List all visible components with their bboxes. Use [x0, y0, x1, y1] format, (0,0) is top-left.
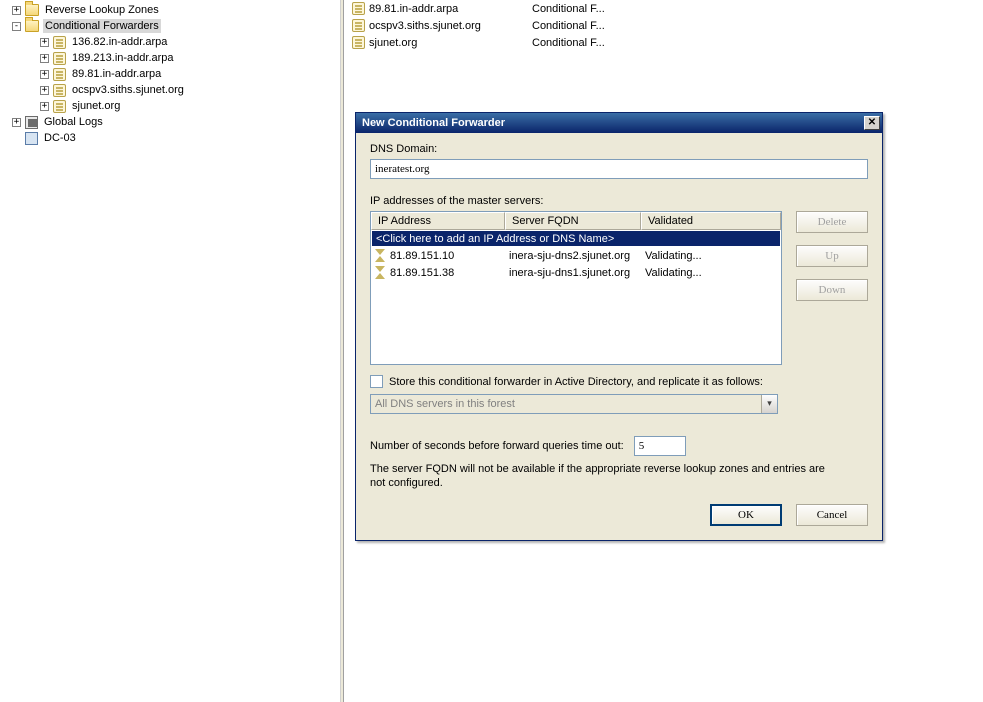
list-item-type: Conditional F... — [532, 37, 605, 49]
tree-label: Reverse Lookup Zones — [43, 3, 161, 17]
tree-label: ocspv3.siths.sjunet.org — [70, 83, 186, 97]
zone-icon — [53, 52, 66, 65]
timeout-input[interactable] — [634, 436, 686, 456]
cell-validated: Validating... — [641, 266, 781, 280]
grid-header-row: IP Address Server FQDN Validated — [371, 212, 781, 230]
tree-node-cf-item[interactable]: + ocspv3.siths.sjunet.org — [12, 82, 340, 98]
expand-icon[interactable]: + — [40, 70, 49, 79]
close-icon[interactable]: ✕ — [864, 116, 880, 130]
zone-icon — [53, 84, 66, 97]
logs-icon — [25, 116, 38, 129]
ok-button[interactable]: OK — [710, 504, 782, 526]
server-icon — [25, 132, 38, 145]
cell-validated: Validating... — [641, 249, 781, 263]
col-header-ip[interactable]: IP Address — [371, 212, 505, 230]
chevron-down-icon[interactable]: ▾ — [761, 395, 777, 413]
expand-icon[interactable]: + — [40, 54, 49, 63]
cell-fqdn: inera-sju-dns2.sjunet.org — [505, 249, 641, 263]
new-conditional-forwarder-dialog: New Conditional Forwarder ✕ DNS Domain: … — [355, 112, 883, 541]
tree-node-cf-item[interactable]: + 89.81.in-addr.arpa — [12, 66, 340, 82]
collapse-icon[interactable]: - — [12, 22, 21, 31]
zone-icon — [352, 36, 365, 49]
hourglass-icon — [375, 249, 386, 262]
tree-label: 89.81.in-addr.arpa — [70, 67, 163, 81]
store-in-ad-label: Store this conditional forwarder in Acti… — [389, 376, 763, 388]
up-button[interactable]: Up — [796, 245, 868, 267]
dns-domain-input[interactable] — [370, 159, 868, 179]
list-item[interactable]: 89.81.in-addr.arpa Conditional F... — [346, 0, 983, 17]
zone-icon — [53, 100, 66, 113]
list-item[interactable]: ocspv3.siths.sjunet.org Conditional F... — [346, 17, 983, 34]
tree-node-global-logs[interactable]: + Global Logs — [12, 114, 340, 130]
zone-icon — [352, 2, 365, 15]
list-item-type: Conditional F... — [532, 3, 605, 15]
dns-tree: + Reverse Lookup Zones - Conditional For… — [0, 2, 340, 146]
tree-node-server[interactable]: DC-03 — [12, 130, 340, 146]
fqdn-note: The server FQDN will not be available if… — [370, 462, 840, 490]
expand-icon[interactable]: + — [40, 86, 49, 95]
cell-fqdn: inera-sju-dns1.sjunet.org — [505, 266, 641, 280]
hourglass-icon — [375, 266, 386, 279]
tree-label: Global Logs — [42, 115, 105, 129]
tree-label: DC-03 — [42, 131, 78, 145]
list-item-name: sjunet.org — [369, 37, 417, 49]
tree-node-reverse-lookup-zones[interactable]: + Reverse Lookup Zones — [12, 2, 340, 18]
folder-icon — [25, 4, 39, 16]
zone-icon — [53, 68, 66, 81]
col-header-validated[interactable]: Validated — [641, 212, 781, 230]
masters-label: IP addresses of the master servers: — [370, 195, 868, 207]
tree-node-cf-item[interactable]: + 136.82.in-addr.arpa — [12, 34, 340, 50]
tree-node-cf-item[interactable]: + sjunet.org — [12, 98, 340, 114]
zone-icon — [53, 36, 66, 49]
list-item-type: Conditional F... — [532, 20, 605, 32]
add-ip-row[interactable]: <Click here to add an IP Address or DNS … — [372, 231, 780, 246]
dialog-title: New Conditional Forwarder — [362, 117, 505, 129]
col-header-fqdn[interactable]: Server FQDN — [505, 212, 641, 230]
tree-node-cf-item[interactable]: + 189.213.in-addr.arpa — [12, 50, 340, 66]
tree-label: sjunet.org — [70, 99, 122, 113]
cell-ip: 81.89.151.10 — [390, 250, 454, 262]
table-row[interactable]: 81.89.151.10 inera-sju-dns2.sjunet.org V… — [371, 247, 781, 264]
left-tree-pane: + Reverse Lookup Zones - Conditional For… — [0, 0, 340, 702]
list-item-name: ocspv3.siths.sjunet.org — [369, 20, 481, 32]
replication-scope-combo[interactable]: All DNS servers in this forest ▾ — [370, 394, 778, 414]
zone-icon — [352, 19, 365, 32]
masters-grid[interactable]: IP Address Server FQDN Validated <Click … — [370, 211, 782, 365]
expand-icon[interactable]: + — [12, 118, 21, 127]
expand-icon[interactable]: + — [40, 38, 49, 47]
expand-icon[interactable]: + — [40, 102, 49, 111]
dns-domain-label: DNS Domain: — [370, 143, 868, 155]
tree-node-conditional-forwarders[interactable]: - Conditional Forwarders — [12, 18, 340, 34]
tree-label: 136.82.in-addr.arpa — [70, 35, 169, 49]
store-in-ad-checkbox[interactable] — [370, 375, 383, 388]
list-item[interactable]: sjunet.org Conditional F... — [346, 34, 983, 51]
timeout-label: Number of seconds before forward queries… — [370, 440, 624, 452]
combo-value: All DNS servers in this forest — [371, 398, 519, 410]
list-item-name: 89.81.in-addr.arpa — [369, 3, 458, 15]
splitter[interactable] — [340, 0, 344, 702]
tree-label: 189.213.in-addr.arpa — [70, 51, 176, 65]
expand-icon[interactable]: + — [12, 6, 21, 15]
cancel-button[interactable]: Cancel — [796, 504, 868, 526]
dialog-titlebar[interactable]: New Conditional Forwarder ✕ — [356, 113, 882, 133]
cell-ip: 81.89.151.38 — [390, 267, 454, 279]
tree-label: Conditional Forwarders — [43, 19, 161, 33]
down-button[interactable]: Down — [796, 279, 868, 301]
delete-button[interactable]: Delete — [796, 211, 868, 233]
folder-icon — [25, 20, 39, 32]
table-row[interactable]: 81.89.151.38 inera-sju-dns1.sjunet.org V… — [371, 264, 781, 281]
